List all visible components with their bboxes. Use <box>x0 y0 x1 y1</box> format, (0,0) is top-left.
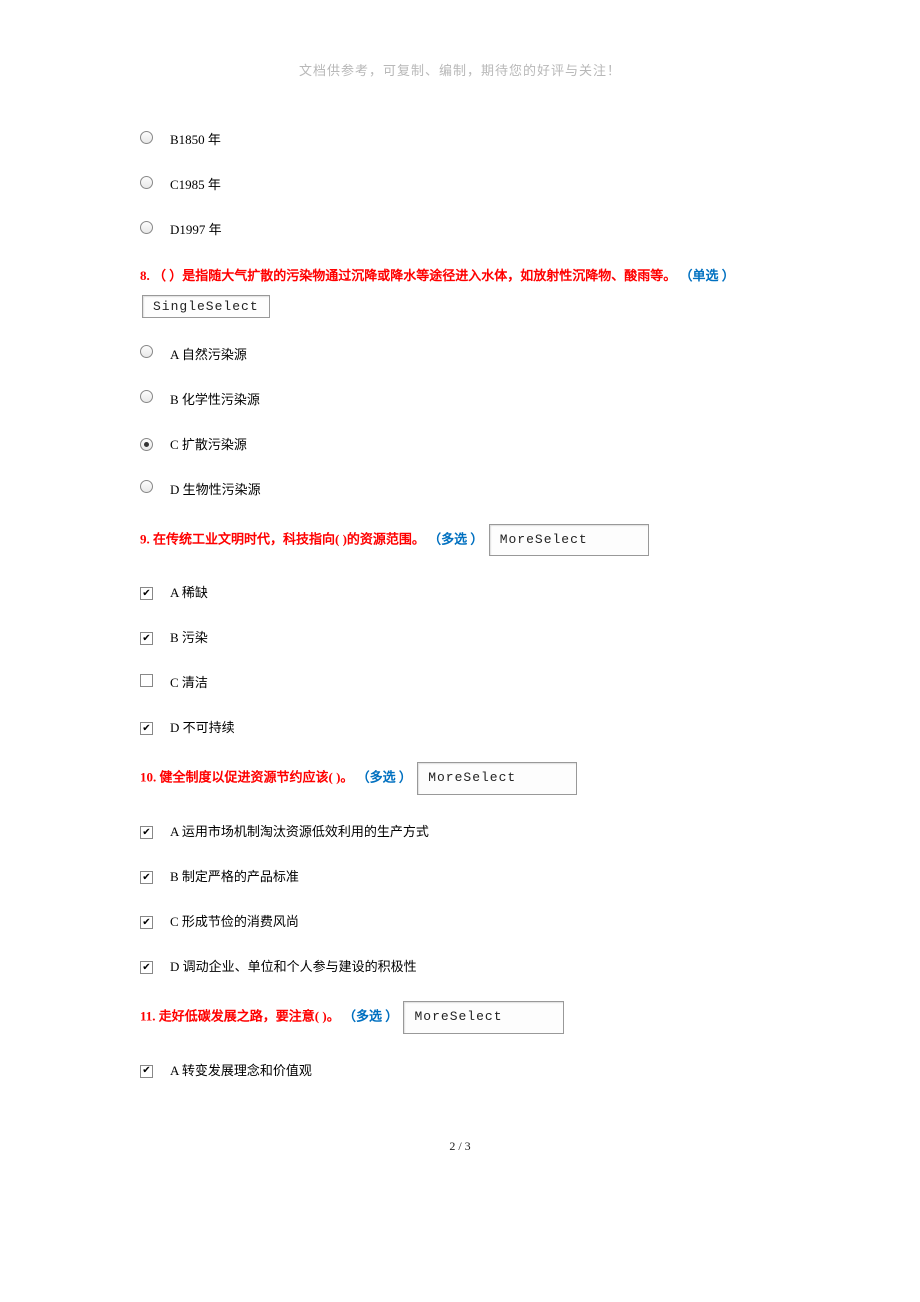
radio-icon[interactable] <box>140 480 153 493</box>
option-row: D 生物性污染源 <box>140 479 780 498</box>
type-box-multi[interactable]: MoreSelect <box>403 1001 563 1034</box>
question-10: 10. 健全制度以促进资源节约应该( )。 （多选 ） MoreSelect <box>140 762 780 795</box>
option-label: B 制定严格的产品标准 <box>170 866 299 885</box>
radio-icon[interactable] <box>140 438 153 451</box>
option-label: D 调动企业、单位和个人参与建设的积极性 <box>170 956 417 975</box>
option-label: A 运用市场机制淘汰资源低效利用的生产方式 <box>170 821 429 840</box>
option-row: D 不可持续 <box>140 717 780 736</box>
checkbox-icon[interactable] <box>140 674 153 687</box>
option-row: C 扩散污染源 <box>140 434 780 453</box>
question-type-label: （多选 ） <box>357 770 412 785</box>
question-8: 8. （ ）是指随大气扩散的污染物通过沉降或降水等途径进入水体，如放射性沉降物、… <box>140 264 780 289</box>
option-label: B 化学性污染源 <box>170 389 260 408</box>
question-type-label: （单选 ） <box>680 268 735 283</box>
option-label: C1985 年 <box>170 174 221 193</box>
option-row: A 稀缺 <box>140 582 780 601</box>
option-row: A 转变发展理念和价值观 <box>140 1060 780 1079</box>
option-label: D1997 年 <box>170 219 222 238</box>
question-text: 健全制度以促进资源节约应该( )。 <box>160 770 354 785</box>
question-number: 9. <box>140 531 150 546</box>
header-note: 文档供参考，可复制、编制，期待您的好评与关注！ <box>140 60 780 79</box>
checkbox-icon[interactable] <box>140 587 153 600</box>
option-row: D1997 年 <box>140 219 780 238</box>
option-row: C 形成节俭的消费风尚 <box>140 911 780 930</box>
question-number: 10. <box>140 770 156 785</box>
option-label: B1850 年 <box>170 129 221 148</box>
checkbox-icon[interactable] <box>140 722 153 735</box>
checkbox-icon[interactable] <box>140 826 153 839</box>
question-text: （ ）是指随大气扩散的污染物通过沉降或降水等途径进入水体，如放射性沉降物、酸雨等… <box>153 268 676 283</box>
question-number: 11. <box>140 1008 156 1023</box>
option-label: A 转变发展理念和价值观 <box>170 1060 312 1079</box>
option-row: C1985 年 <box>140 174 780 193</box>
option-row: B 化学性污染源 <box>140 389 780 408</box>
question-text: 走好低碳发展之路，要注意( )。 <box>159 1008 340 1023</box>
radio-icon[interactable] <box>140 345 153 358</box>
question-type-label: （多选 ） <box>343 1008 398 1023</box>
checkbox-icon[interactable] <box>140 916 153 929</box>
checkbox-icon[interactable] <box>140 961 153 974</box>
type-box-single[interactable]: SingleSelect <box>142 295 270 318</box>
question-number: 8. <box>140 268 150 283</box>
checkbox-icon[interactable] <box>140 632 153 645</box>
question-11: 11. 走好低碳发展之路，要注意( )。 （多选 ） MoreSelect <box>140 1001 780 1034</box>
checkbox-icon[interactable] <box>140 871 153 884</box>
option-row: B 制定严格的产品标准 <box>140 866 780 885</box>
option-row: A 自然污染源 <box>140 344 780 363</box>
type-box-multi[interactable]: MoreSelect <box>489 524 649 557</box>
option-row: C 清洁 <box>140 672 780 691</box>
question-text: 在传统工业文明时代，科技指向( )的资源范围。 <box>153 531 425 546</box>
page-footer: 2 / 3 <box>140 1139 780 1154</box>
option-row: B1850 年 <box>140 129 780 148</box>
question-type-label: （多选 ） <box>428 531 483 546</box>
option-label: A 自然污染源 <box>170 344 247 363</box>
checkbox-icon[interactable] <box>140 1065 153 1078</box>
radio-icon[interactable] <box>140 176 153 189</box>
option-label: C 清洁 <box>170 672 208 691</box>
option-label: D 生物性污染源 <box>170 479 261 498</box>
option-row: D 调动企业、单位和个人参与建设的积极性 <box>140 956 780 975</box>
type-box-multi[interactable]: MoreSelect <box>417 762 577 795</box>
radio-icon[interactable] <box>140 221 153 234</box>
page-container: 文档供参考，可复制、编制，期待您的好评与关注！ B1850 年 C1985 年 … <box>0 0 920 1194</box>
option-label: C 形成节俭的消费风尚 <box>170 911 299 930</box>
option-label: C 扩散污染源 <box>170 434 247 453</box>
option-label: B 污染 <box>170 627 208 646</box>
question-9: 9. 在传统工业文明时代，科技指向( )的资源范围。 （多选 ） MoreSel… <box>140 524 780 557</box>
option-row: A 运用市场机制淘汰资源低效利用的生产方式 <box>140 821 780 840</box>
option-row: B 污染 <box>140 627 780 646</box>
radio-icon[interactable] <box>140 390 153 403</box>
option-label: D 不可持续 <box>170 717 235 736</box>
radio-icon[interactable] <box>140 131 153 144</box>
option-label: A 稀缺 <box>170 582 208 601</box>
